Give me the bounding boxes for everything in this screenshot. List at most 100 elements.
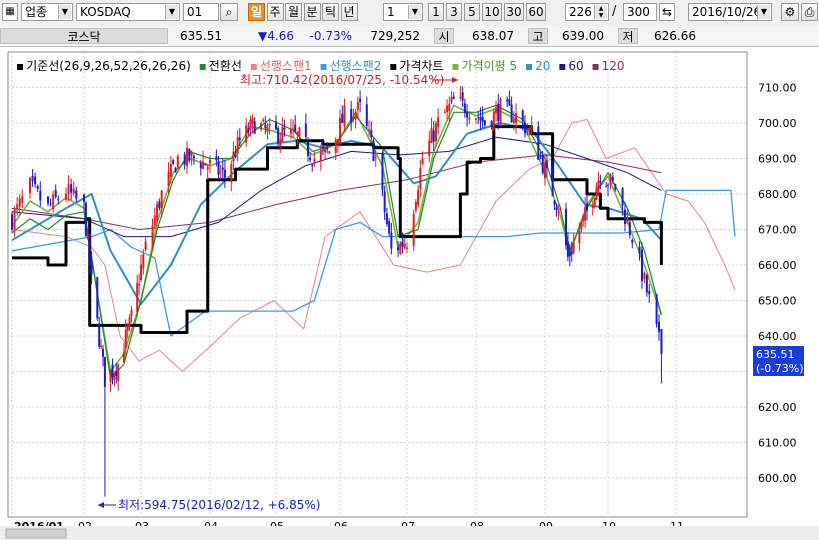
market-select[interactable]: 업종 ▼ bbox=[21, 3, 73, 21]
code-input[interactable]: 01 bbox=[183, 3, 219, 21]
candle-body bbox=[648, 290, 651, 295]
candle-body bbox=[570, 251, 573, 255]
candle-body bbox=[359, 98, 362, 102]
candle-body bbox=[219, 171, 222, 173]
candle-body bbox=[412, 213, 415, 247]
scroll-bar[interactable] bbox=[0, 526, 819, 540]
candle-body bbox=[109, 369, 112, 383]
y-tick-label: 640.00 bbox=[758, 330, 797, 343]
date-select[interactable]: 2016/10/26 ▼ bbox=[688, 3, 772, 21]
period-button-2[interactable]: 월 bbox=[285, 3, 302, 21]
interval-button-5[interactable]: 60 bbox=[526, 3, 546, 21]
candle-body bbox=[334, 139, 337, 154]
period-button-3[interactable]: 분 bbox=[303, 3, 321, 21]
period-button-4[interactable]: 틱 bbox=[322, 3, 339, 21]
candle-body bbox=[354, 111, 357, 120]
candle-body bbox=[186, 147, 188, 166]
candle-body bbox=[479, 117, 482, 121]
candle-body bbox=[309, 157, 312, 161]
candle-body bbox=[477, 117, 480, 119]
quote-price: 635.51 bbox=[180, 29, 222, 43]
candle-body bbox=[247, 128, 250, 133]
candle-body bbox=[98, 323, 101, 347]
candle-body bbox=[403, 244, 406, 249]
interval-button-2[interactable]: 5 bbox=[464, 3, 480, 21]
interval-button-4[interactable]: 30 bbox=[504, 3, 524, 21]
candle-body bbox=[262, 119, 265, 122]
candle-body bbox=[586, 203, 588, 211]
quote-change-pct: -0.73% bbox=[309, 29, 352, 43]
legend-span2[interactable]: ▪ 선행스팬2 bbox=[319, 59, 383, 73]
legend-ma60[interactable]: ▪ 60 bbox=[558, 59, 585, 73]
total-input[interactable]: 300 bbox=[623, 3, 657, 21]
candle-body bbox=[313, 159, 316, 162]
candlestick-chart[interactable]: 600.00610.00620.00630.00640.00650.00660.… bbox=[0, 47, 819, 540]
period-button-5[interactable]: 년 bbox=[340, 3, 358, 21]
y-tick-label: 610.00 bbox=[758, 437, 797, 450]
interval-button-0[interactable]: 1 bbox=[428, 3, 444, 21]
candle-body bbox=[430, 128, 433, 143]
candle-body bbox=[468, 117, 471, 120]
legend-ma20[interactable]: ▪ 20 bbox=[525, 59, 552, 73]
search-button[interactable]: ⌕ bbox=[220, 3, 238, 21]
current-price-change: (-0.73%) bbox=[756, 362, 804, 375]
candle-body bbox=[343, 105, 346, 127]
interval-button-1[interactable]: 3 bbox=[446, 3, 462, 21]
candle-body bbox=[508, 99, 511, 106]
quote-high: 639.00 bbox=[562, 29, 604, 43]
candle-body bbox=[223, 169, 226, 178]
candle-body bbox=[268, 123, 271, 127]
candle-body bbox=[593, 198, 596, 206]
candle-body bbox=[67, 184, 70, 195]
candle-body bbox=[88, 233, 91, 266]
candle-body bbox=[142, 254, 145, 269]
candle-body bbox=[466, 112, 469, 118]
candle-body bbox=[206, 166, 209, 170]
candle-body bbox=[605, 186, 608, 188]
candle-body bbox=[296, 132, 299, 136]
multiplier-select[interactable]: 1 ▼ bbox=[383, 3, 423, 21]
candle-body bbox=[597, 180, 600, 188]
period-button-0[interactable]: 일 bbox=[248, 3, 265, 21]
candle-body bbox=[103, 356, 106, 387]
candle-body bbox=[341, 113, 344, 124]
candle-body bbox=[545, 161, 548, 168]
legend-price[interactable]: ▪ 가격차트 bbox=[389, 59, 445, 73]
symbol-input[interactable]: KOSDAQ ▼ bbox=[76, 3, 180, 21]
legend-tenkan[interactable]: ▪ 전환선 bbox=[199, 59, 244, 73]
low-annotation: 최저:594.75(2016/02/12, +6.85%) bbox=[118, 498, 320, 512]
candle-body bbox=[260, 123, 263, 130]
count-stepper[interactable]: 226 ▲ ▼ bbox=[565, 3, 609, 21]
legend-ma120[interactable]: ▪ 120 bbox=[591, 59, 626, 73]
legend-span1[interactable]: ▪ 선행스팬1 bbox=[250, 59, 314, 73]
candle-body bbox=[174, 168, 177, 173]
candle-body bbox=[499, 99, 502, 126]
candle-body bbox=[264, 124, 267, 128]
legend-kijun-label: 기준선(26,9,26,52,26,26,26) bbox=[26, 59, 191, 73]
candle-body bbox=[510, 104, 513, 123]
candle-body bbox=[365, 104, 368, 127]
interval-button-3[interactable]: 10 bbox=[482, 3, 502, 21]
candle-body bbox=[281, 126, 284, 142]
period-button-1[interactable]: 주 bbox=[266, 3, 284, 21]
candle-body bbox=[230, 164, 233, 183]
candle-body bbox=[595, 186, 598, 201]
candle-body bbox=[34, 176, 37, 185]
sync-button[interactable]: ⇆ bbox=[659, 3, 675, 21]
chevron-down-icon: ▼ bbox=[757, 5, 770, 19]
scroll-thumb[interactable] bbox=[5, 528, 67, 539]
candle-body bbox=[523, 122, 526, 134]
chart-type-toggle[interactable]: ▦ bbox=[2, 3, 18, 21]
candle-body bbox=[463, 103, 466, 114]
candle-body bbox=[461, 92, 464, 101]
legend-ma5[interactable]: ▪ 가격이평 5 bbox=[451, 59, 519, 73]
candle-body bbox=[236, 136, 239, 154]
candle-body bbox=[370, 129, 373, 138]
candle-body bbox=[551, 166, 554, 197]
candle-body bbox=[84, 202, 87, 236]
settings-button[interactable]: ⚙ bbox=[781, 3, 799, 21]
quote-low: 626.66 bbox=[654, 29, 696, 43]
legend-kijun[interactable]: ▪ 기준선(26,9,26,52,26,26,26) bbox=[16, 59, 193, 73]
print-button[interactable]: ⎙ bbox=[801, 3, 818, 21]
candle-body bbox=[459, 97, 462, 99]
